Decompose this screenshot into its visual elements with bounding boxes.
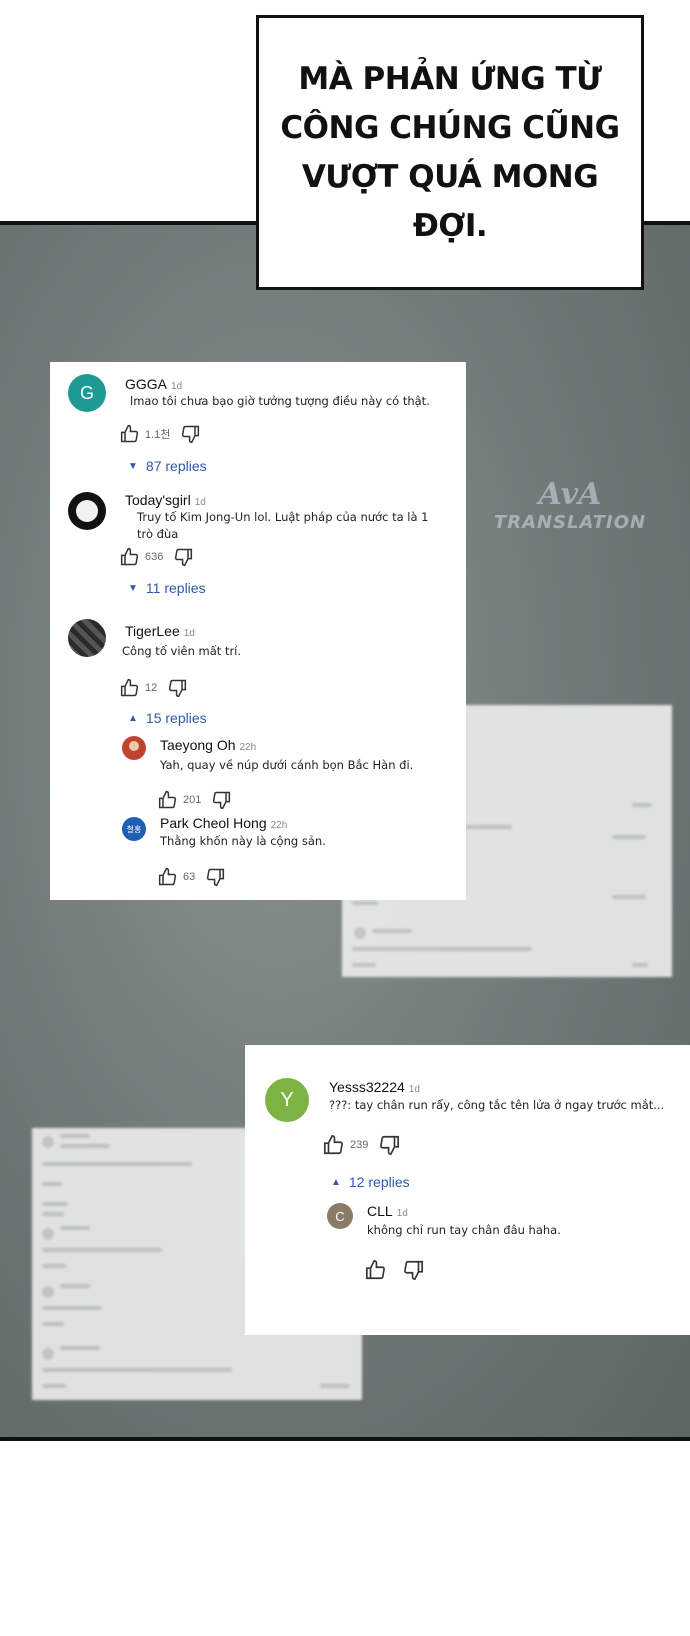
reply-time: 22h <box>270 820 288 831</box>
username[interactable]: Today'sgirl 1d <box>125 492 206 508</box>
avatar[interactable]: G <box>68 374 106 412</box>
like-count: 12 <box>145 682 158 694</box>
hide-replies-toggle[interactable]: ▲ 15 replies <box>128 710 207 726</box>
comment-time: 1d <box>171 381 183 392</box>
username[interactable]: GGGA 1d <box>125 376 182 392</box>
reply-username[interactable]: Taeyong Oh 22h <box>160 737 256 753</box>
comment-actions: 636 <box>120 547 193 567</box>
narration-box: MÀ PHẢN ỨNG TỪ CÔNG CHÚNG CŨNG VƯỢT QUÁ … <box>256 15 644 290</box>
comment-actions: 12 <box>120 678 187 698</box>
chevron-up-icon: ▲ <box>331 1176 341 1188</box>
watermark: AvA TRANSLATION <box>470 478 670 558</box>
thumbs-down-icon[interactable] <box>402 1259 424 1281</box>
comment-actions: 239 <box>323 1134 400 1156</box>
comment-card: Y Yesss32224 1d ???: tay chân run rẩy, cô… <box>245 1045 690 1335</box>
comment-text: Truy tố Kim Jong-Un lol. Luật pháp của n… <box>137 510 429 541</box>
like-count: 1.1천 <box>145 429 171 441</box>
comment-text: ???: tay chân run rẩy, công tắc tên lửa … <box>329 1098 665 1112</box>
comment-time: 1d <box>194 497 206 508</box>
reply-username[interactable]: CLL 1d <box>367 1203 408 1219</box>
thumbs-down-icon[interactable] <box>173 547 193 567</box>
username[interactable]: TigerLee 1d <box>125 623 195 639</box>
reply-avatar[interactable]: 철홍 <box>122 817 146 841</box>
view-replies-toggle[interactable]: ▼ 11 replies <box>128 580 206 596</box>
reply-username[interactable]: Park Cheol Hong 22h <box>160 815 287 831</box>
narration-text: MÀ PHẢN ỨNG TỪ CÔNG CHÚNG CŨNG VƯỢT QUÁ … <box>280 60 620 244</box>
thumbs-down-icon[interactable] <box>378 1134 400 1156</box>
reply-time: 22h <box>239 742 257 753</box>
thumbs-up-icon[interactable] <box>158 867 178 887</box>
thumbs-down-icon[interactable] <box>180 424 200 444</box>
watermark-logo: AvA <box>538 477 602 512</box>
view-replies-toggle[interactable]: ▼ 87 replies <box>128 458 207 474</box>
comment-actions: 1.1천 <box>120 424 200 444</box>
like-count: 239 <box>350 1139 369 1151</box>
like-count: 201 <box>183 794 202 806</box>
reply-text: Yah, quay về núp dưới cánh bọn Bắc Hàn đ… <box>160 758 414 772</box>
avatar[interactable]: Y <box>265 1078 309 1122</box>
like-count: 63 <box>183 871 196 883</box>
reply-actions: 63 <box>158 867 225 887</box>
reply-time: 1d <box>396 1208 408 1219</box>
reply-text: không chỉ run tay chân đâu haha. <box>367 1223 561 1237</box>
thumbs-up-icon[interactable] <box>323 1134 345 1156</box>
avatar[interactable] <box>68 619 106 657</box>
reply-text: Thằng khốn này là cộng sản. <box>160 834 326 848</box>
thumbs-down-icon[interactable] <box>167 678 187 698</box>
comment-text: Công tố viên mất trí. <box>122 644 242 658</box>
thumbs-up-icon[interactable] <box>120 424 140 444</box>
chevron-up-icon: ▲ <box>128 712 138 724</box>
comment-time: 1d <box>408 1084 420 1095</box>
thumbs-up-icon[interactable] <box>158 790 178 810</box>
comment-text: lmao tôi chưa bạo giờ tưởng tượng điều n… <box>130 394 430 408</box>
chevron-down-icon: ▼ <box>128 582 138 594</box>
watermark-text: TRANSLATION <box>493 512 647 533</box>
username[interactable]: Yesss32224 1d <box>329 1079 420 1095</box>
avatar-ring <box>76 500 98 522</box>
avatar[interactable] <box>68 492 106 530</box>
thumbs-up-icon[interactable] <box>365 1259 387 1281</box>
avatar-person <box>129 741 139 751</box>
thumbs-up-icon[interactable] <box>120 547 140 567</box>
comment-card: G GGGA 1d lmao tôi chưa bạo giờ tưởng tượ… <box>50 362 466 900</box>
hide-replies-toggle[interactable]: ▲ 12 replies <box>331 1174 410 1190</box>
chevron-down-icon: ▼ <box>128 460 138 472</box>
thumbs-up-icon[interactable] <box>120 678 140 698</box>
thumbs-down-icon[interactable] <box>205 867 225 887</box>
comment-time: 1d <box>183 628 195 639</box>
reply-actions: 201 <box>158 790 231 810</box>
thumbs-down-icon[interactable] <box>211 790 231 810</box>
reply-avatar[interactable] <box>122 736 146 760</box>
reply-avatar[interactable]: C <box>327 1203 353 1229</box>
like-count: 636 <box>145 551 164 563</box>
reply-actions <box>365 1259 424 1281</box>
